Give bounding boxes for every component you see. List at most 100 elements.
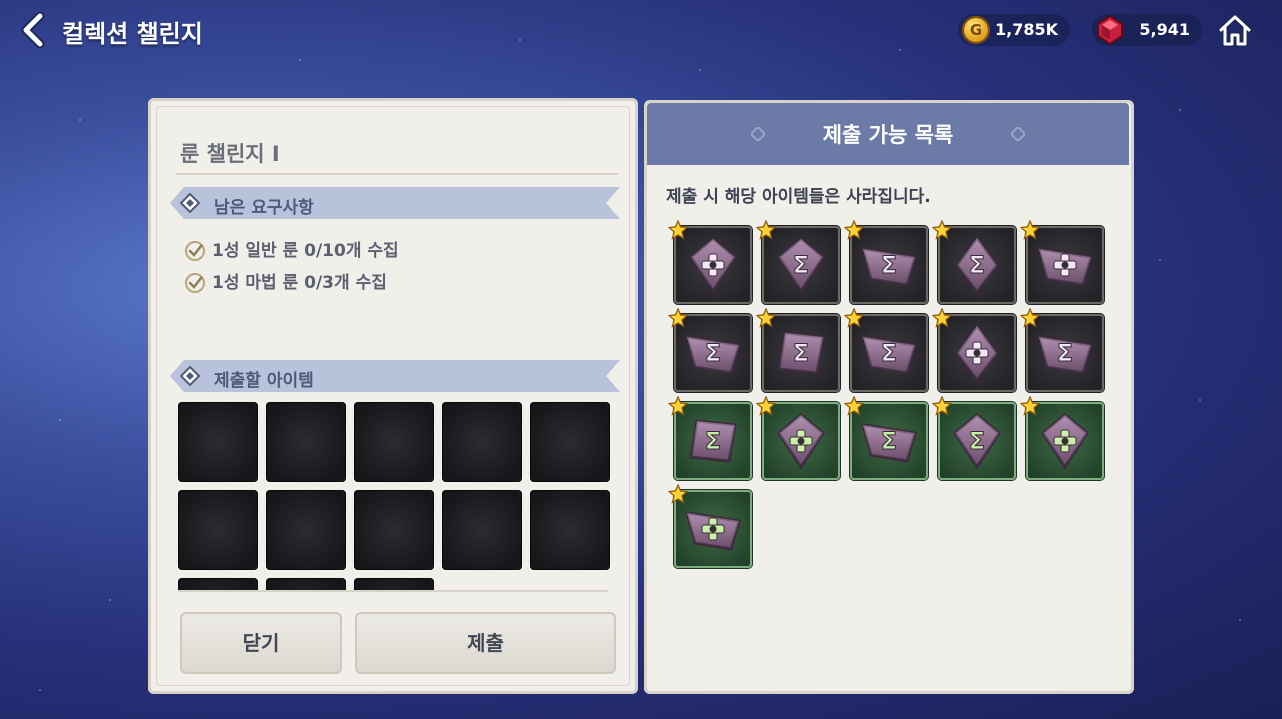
rune-item[interactable]: Σ [932,220,1016,304]
star-grade-icon [932,220,952,240]
check-circle-icon [185,241,205,261]
rune-sigma-icon: Σ [777,331,825,375]
submit-button[interactable]: 제출 [355,612,616,674]
rune-sigma-icon: Σ [860,335,917,375]
star-grade-icon [668,220,688,240]
empty-slot[interactable] [178,402,258,482]
svg-text:Σ: Σ [969,251,985,279]
empty-slot[interactable] [266,490,346,570]
empty-slot[interactable] [354,490,434,570]
star-grade-icon [1020,220,1040,240]
star-grade-icon [844,220,864,240]
gold-coin-icon: G [962,16,990,44]
star-grade-icon [756,396,776,416]
svg-text:Σ: Σ [881,251,897,279]
rune-item[interactable] [1020,396,1104,480]
requirements-header: 남은 요구사항 [170,187,620,219]
empty-slot[interactable] [266,402,346,482]
rune-item[interactable]: Σ [932,396,1016,480]
star-grade-icon [1020,308,1040,328]
rune-cross-icon [955,323,999,383]
svg-text:Σ: Σ [881,427,897,455]
star-grade-icon [756,308,776,328]
rune-item[interactable]: Σ [756,308,840,392]
home-icon [1218,14,1252,47]
rune-sigma-icon: Σ [1036,335,1093,375]
rune-cross-icon [1036,247,1093,287]
close-button[interactable]: 닫기 [180,612,342,674]
star-grade-icon [844,396,864,416]
rune-item[interactable] [668,484,752,568]
svg-text:Σ: Σ [705,339,721,367]
rune-sigma-icon: Σ [689,419,737,463]
gem-counter[interactable]: 5,941 [1092,14,1202,46]
star-grade-icon [844,308,864,328]
requirement-text: 1성 일반 룬 0/10개 수집 [212,241,399,261]
rune-item[interactable]: Σ [668,396,752,480]
rune-cross-icon [777,413,825,470]
home-button[interactable] [1216,12,1254,50]
rune-item[interactable]: Σ [1020,308,1104,392]
requirement-text: 1성 마법 룬 0/3개 수집 [212,273,387,293]
submit-items-label: 제출할 아이템 [214,371,314,391]
rune-item[interactable] [932,308,1016,392]
submit-items-header: 제출할 아이템 [170,360,620,392]
rune-sigma-icon: Σ [777,237,825,294]
rune-sigma-icon: Σ [860,247,917,287]
challenge-name: 룬 챌린지 I [180,142,280,166]
star-grade-icon [668,484,688,504]
rune-sigma-icon: Σ [860,423,917,463]
submit-warning-text: 제출 시 해당 아이템들은 사라집니다. [666,187,931,207]
rune-item[interactable]: Σ [844,220,928,304]
empty-slot[interactable] [530,402,610,482]
rune-item[interactable] [756,396,840,480]
gold-amount: 1,785K [994,20,1058,39]
svg-text:Σ: Σ [1057,339,1073,367]
gem-amount: 5,941 [1139,20,1190,39]
star-grade-icon [1020,396,1040,416]
submittable-list-title: 제출 가능 목록 [822,123,954,147]
empty-slot[interactable] [442,490,522,570]
chevron-left-icon [21,11,45,49]
empty-slot[interactable] [530,490,610,570]
star-grade-icon [932,308,952,328]
requirement-item: 1성 일반 룬 0/10개 수집 [184,236,399,262]
empty-slot[interactable] [266,578,346,590]
empty-slot[interactable] [442,402,522,482]
empty-slot[interactable] [178,578,258,590]
empty-slot[interactable] [354,402,434,482]
star-grade-icon [932,396,952,416]
svg-text:Σ: Σ [793,339,809,367]
star-grade-icon [668,308,688,328]
rune-item[interactable]: Σ [844,396,928,480]
rune-item[interactable]: Σ [756,220,840,304]
rune-item[interactable]: Σ [668,308,752,392]
empty-slot[interactable] [354,578,434,590]
gold-counter[interactable]: G 1,785K [958,14,1070,46]
diamond-bullet-icon [180,366,200,386]
rune-cross-icon [684,511,741,551]
rune-cross-icon [689,237,737,294]
rune-cross-icon [1041,413,1089,470]
rune-item[interactable] [668,220,752,304]
ruby-gem-icon [1097,14,1123,46]
star-grade-icon [668,396,688,416]
svg-text:Σ: Σ [793,251,809,279]
rune-item[interactable]: Σ [844,308,928,392]
svg-text:Σ: Σ [881,339,897,367]
check-circle-icon [185,273,205,293]
diamond-bullet-icon [180,193,200,213]
rune-sigma-icon: Σ [955,235,999,295]
back-button[interactable] [16,10,56,50]
empty-slot[interactable] [178,490,258,570]
rune-item[interactable] [1020,220,1104,304]
divider [176,173,618,175]
rune-sigma-icon: Σ [953,413,1001,470]
svg-text:Σ: Σ [705,427,721,455]
requirement-item: 1성 마법 룬 0/3개 수집 [184,268,387,294]
submittable-list-header: 제출 가능 목록 [647,103,1129,165]
divider [178,590,608,592]
submit-slot-grid[interactable] [178,400,614,590]
svg-text:Σ: Σ [969,427,985,455]
diamond-ornament-icon [1011,127,1025,141]
